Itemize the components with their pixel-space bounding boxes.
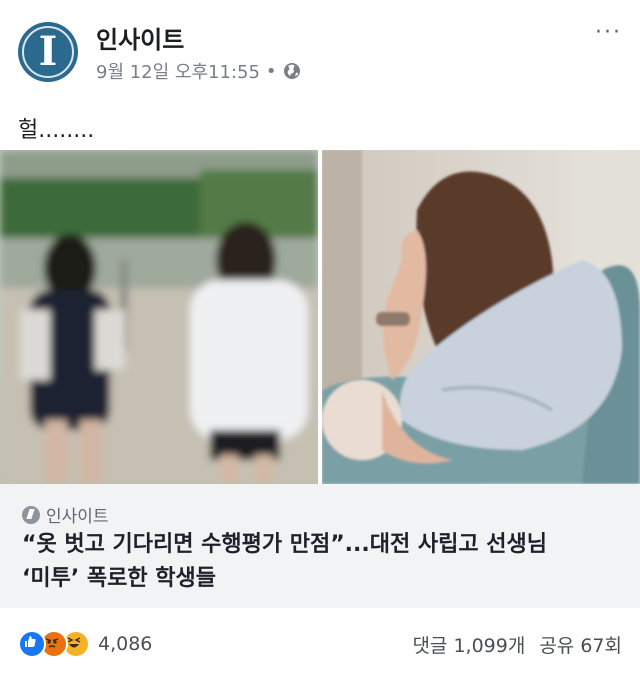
- globe-icon[interactable]: [283, 62, 301, 80]
- post-timestamp[interactable]: 9월 12일 오후11:55: [96, 58, 260, 84]
- link-source: 인사이트: [22, 502, 109, 527]
- post-caption: 헐........: [18, 118, 95, 143]
- link-preview-images: [0, 150, 640, 484]
- comment-count-link[interactable]: 댓글 1,099개: [412, 631, 525, 658]
- link-headline[interactable]: “옷 벗고 기다리면 수행평가 만점”...대전 사립고 선생님 ‘미투’ 폭로…: [22, 528, 622, 596]
- avatar-letter: I: [38, 28, 58, 75]
- more-options-button[interactable]: ···: [595, 20, 622, 45]
- engagement-stats: 댓글 1,099개 공유 67회: [412, 631, 622, 658]
- instant-article-bolt-icon: [22, 505, 40, 524]
- post-header: I 인사이트 9월 12일 오후11:55 • ···: [0, 0, 640, 96]
- blurred-students-photo: [0, 150, 318, 484]
- meta-separator: •: [265, 60, 277, 82]
- post-footer: 4,086 댓글 1,099개 공유 67회: [0, 608, 640, 674]
- post-meta: 9월 12일 오후11:55 •: [96, 58, 301, 84]
- page-name[interactable]: 인사이트: [96, 20, 184, 55]
- distressed-woman-photo: [322, 150, 640, 484]
- headline-line-1: “옷 벗고 기다리면 수행평가 만점”...대전 사립고 선생님: [22, 532, 547, 557]
- reaction-count: 4,086: [98, 633, 153, 655]
- headline-line-2: ‘미투’ 폭로한 학생들: [22, 566, 216, 591]
- share-count-link[interactable]: 공유 67회: [539, 631, 622, 658]
- reactions-summary[interactable]: 4,086: [18, 630, 152, 658]
- like-icon: [18, 630, 46, 658]
- link-info: 인사이트 “옷 벗고 기다리면 수행평가 만점”...대전 사립고 선생님 ‘미…: [0, 484, 640, 608]
- link-source-name: 인사이트: [46, 507, 109, 527]
- page-avatar[interactable]: I: [18, 22, 78, 82]
- link-preview-card[interactable]: 인사이트 “옷 벗고 기다리면 수행평가 만점”...대전 사립고 선생님 ‘미…: [0, 150, 640, 608]
